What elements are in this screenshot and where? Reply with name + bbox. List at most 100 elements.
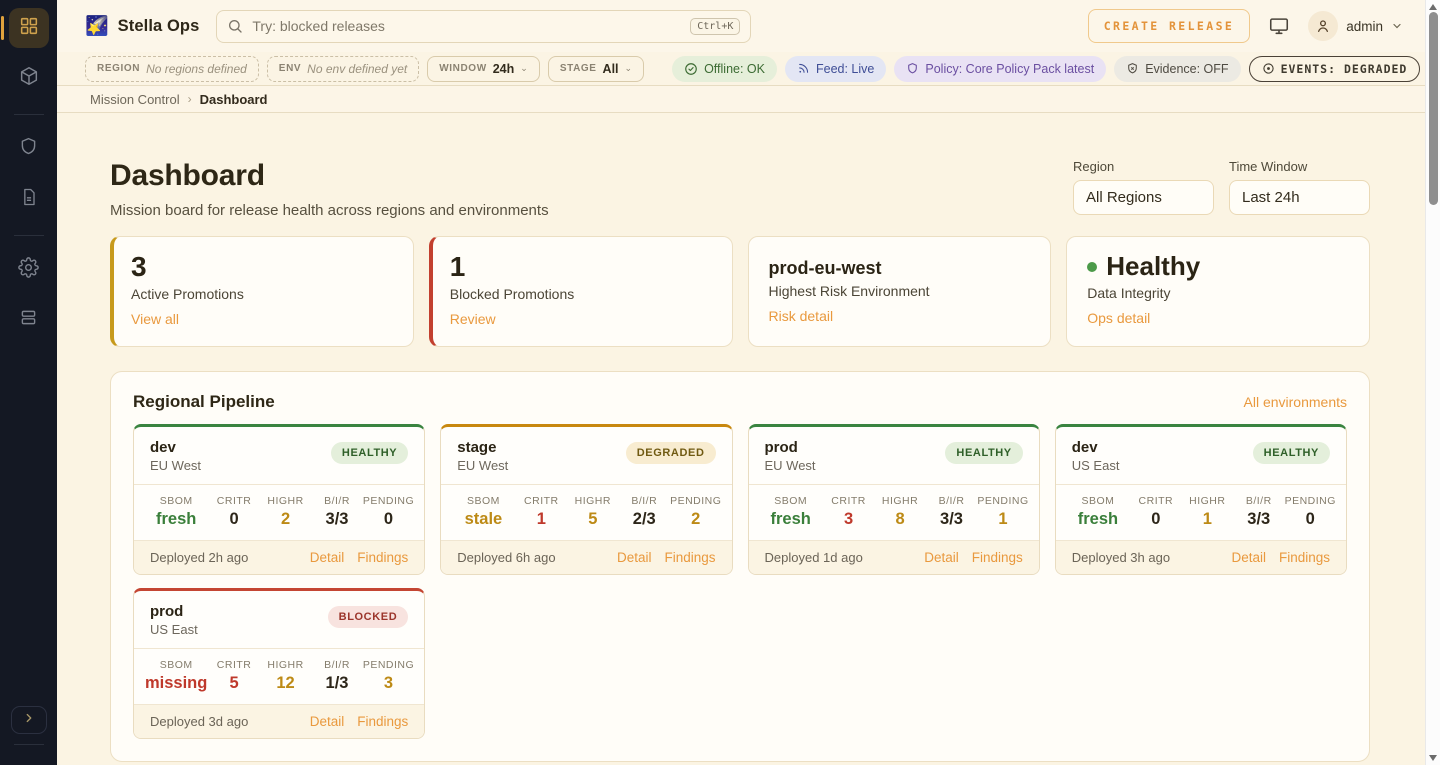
sidebar-item-infrastructure[interactable]: [9, 300, 49, 340]
findings-link[interactable]: Findings: [357, 714, 408, 729]
breadcrumb-separator-icon: ›: [188, 92, 192, 106]
sidebar-item-settings[interactable]: [9, 250, 49, 290]
time-window-filter-label: Time Window: [1229, 159, 1370, 174]
metric-value: 1: [977, 510, 1028, 529]
metric-label: B/I/R: [1233, 495, 1284, 507]
user-avatar: [1308, 11, 1338, 41]
env-context-chip[interactable]: ENV No env defined yet: [267, 56, 419, 82]
view-all-link[interactable]: View all: [131, 311, 179, 327]
metric-label: B/I/R: [311, 659, 362, 671]
findings-link[interactable]: Findings: [357, 550, 408, 565]
sidebar-item-dashboard[interactable]: [9, 8, 49, 48]
review-link[interactable]: Review: [450, 311, 496, 327]
metric-label: PENDING: [1285, 495, 1336, 507]
stat-value: 3: [131, 251, 393, 283]
status-badge: BLOCKED: [328, 606, 409, 628]
detail-link[interactable]: Detail: [617, 550, 652, 565]
region-select[interactable]: All Regions: [1073, 180, 1214, 215]
package-icon: [18, 65, 40, 92]
environment-name: prod: [765, 439, 816, 456]
window-chip-label: WINDOW: [439, 63, 486, 74]
metric-value: 3/3: [311, 510, 362, 529]
username-label: admin: [1346, 19, 1383, 34]
metric-label: SBOM: [144, 495, 208, 507]
findings-link[interactable]: Findings: [972, 550, 1023, 565]
sidebar-item-releases[interactable]: [9, 58, 49, 98]
chevron-down-icon: [1391, 20, 1403, 32]
pipeline-card: dev EU West HEALTHY SBOMfresh CRITR0 HIG…: [133, 424, 425, 575]
stage-filter-chip[interactable]: STAGE All ⌄: [548, 56, 644, 82]
status-badge: HEALTHY: [331, 442, 408, 464]
metric-value: fresh: [144, 510, 208, 529]
metric-label: B/I/R: [619, 495, 670, 507]
metric-label: HIGHR: [1182, 495, 1233, 507]
findings-link[interactable]: Findings: [1279, 550, 1330, 565]
metric-label: CRITR: [823, 495, 874, 507]
main-area: 🌠 Stella Ops Ctrl+K CREATE RELEASE admin: [57, 0, 1425, 765]
region-filter-label: Region: [1073, 159, 1214, 174]
evidence-status-pill[interactable]: Evidence: OFF: [1114, 56, 1240, 82]
detail-link[interactable]: Detail: [310, 550, 345, 565]
stat-value: Healthy: [1106, 251, 1200, 282]
metric-label: SBOM: [144, 659, 208, 671]
stat-value: prod-eu-west: [769, 251, 1031, 280]
environment-name: prod: [150, 603, 198, 620]
page-title: Dashboard: [110, 159, 549, 193]
detail-link[interactable]: Detail: [310, 714, 345, 729]
environment-region: US East: [1072, 458, 1120, 473]
active-indicator: [1, 16, 4, 40]
policy-status-pill[interactable]: Policy: Core Policy Pack latest: [894, 56, 1106, 82]
metric-value: 5: [208, 674, 259, 693]
vertical-scrollbar[interactable]: [1425, 0, 1440, 765]
server-icon: [18, 307, 39, 333]
metric-label: PENDING: [363, 659, 414, 671]
stat-card-highest-risk: prod-eu-west Highest Risk Environment Ri…: [748, 236, 1052, 347]
sidebar-divider: [14, 114, 44, 115]
create-release-button[interactable]: CREATE RELEASE: [1088, 9, 1251, 43]
environment-region: US East: [150, 622, 198, 637]
all-environments-link[interactable]: All environments: [1244, 394, 1348, 410]
time-window-select[interactable]: Last 24h: [1229, 180, 1370, 215]
sidebar-item-documents[interactable]: [9, 179, 49, 219]
metric-value: 3/3: [926, 510, 977, 529]
metric-label: HIGHR: [260, 495, 311, 507]
events-status-pill[interactable]: EVENTS: DEGRADED: [1249, 56, 1421, 82]
global-search[interactable]: Ctrl+K: [216, 10, 751, 43]
findings-link[interactable]: Findings: [664, 550, 715, 565]
check-circle-icon: [684, 62, 698, 76]
search-input[interactable]: [252, 18, 681, 34]
app-logo-icon: 🌠: [85, 14, 109, 38]
pipeline-grid: dev EU West HEALTHY SBOMfresh CRITR0 HIG…: [133, 424, 1347, 739]
metric-label: PENDING: [363, 495, 414, 507]
sidebar-divider: [14, 235, 44, 236]
user-menu[interactable]: admin: [1308, 11, 1403, 41]
region-context-chip[interactable]: REGION No regions defined: [85, 56, 259, 82]
scroll-down-arrow[interactable]: [1429, 755, 1437, 761]
window-filter-chip[interactable]: WINDOW 24h ⌄: [427, 56, 540, 82]
metric-label: SBOM: [451, 495, 515, 507]
scroll-up-arrow[interactable]: [1429, 4, 1437, 10]
metric-label: HIGHR: [567, 495, 618, 507]
metric-label: SBOM: [1066, 495, 1130, 507]
offline-status-pill[interactable]: Offline: OK: [672, 56, 777, 82]
shield-off-icon: [1126, 62, 1139, 75]
ops-detail-link[interactable]: Ops detail: [1087, 310, 1150, 326]
metric-value: 0: [1130, 510, 1181, 529]
environment-name: dev: [1072, 439, 1120, 456]
sidebar-divider: [14, 744, 44, 745]
metric-value: stale: [451, 510, 515, 529]
scrollbar-thumb[interactable]: [1429, 12, 1438, 205]
feed-status-pill[interactable]: Feed: Live: [785, 56, 886, 82]
risk-detail-link[interactable]: Risk detail: [769, 308, 834, 324]
detail-link[interactable]: Detail: [924, 550, 959, 565]
healthy-dot-icon: [1087, 262, 1097, 272]
detail-link[interactable]: Detail: [1231, 550, 1266, 565]
sidebar-expand-button[interactable]: [11, 706, 47, 734]
display-mode-button[interactable]: [1268, 15, 1290, 37]
sidebar-item-security[interactable]: [9, 129, 49, 169]
gear-icon: [18, 257, 39, 283]
status-badge: HEALTHY: [1253, 442, 1330, 464]
breadcrumb: Mission Control › Dashboard: [57, 86, 1425, 113]
pipeline-card: dev US East HEALTHY SBOMfresh CRITR0 HIG…: [1055, 424, 1347, 575]
breadcrumb-parent[interactable]: Mission Control: [90, 92, 180, 107]
